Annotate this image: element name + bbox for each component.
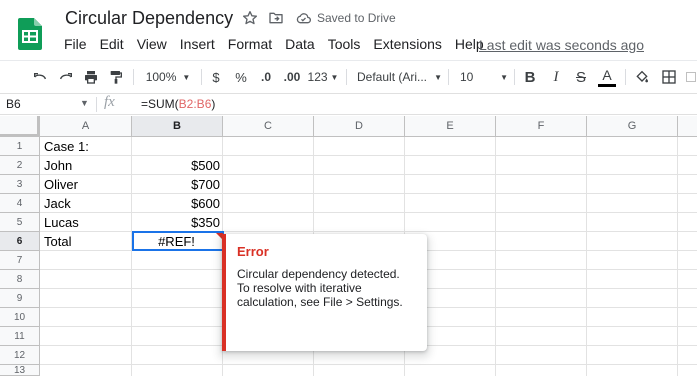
bold-button[interactable]: B: [521, 66, 539, 88]
row-header-11[interactable]: 11: [0, 327, 40, 346]
menu-edit[interactable]: Edit: [100, 36, 124, 52]
column-header-f[interactable]: F: [496, 116, 587, 137]
print-icon[interactable]: [81, 66, 101, 88]
cell-a4[interactable]: Jack: [40, 194, 131, 213]
formula-input[interactable]: =SUM(B2:B6): [141, 97, 215, 111]
row-header-4[interactable]: 4: [0, 194, 40, 213]
column-header-a[interactable]: A: [40, 116, 132, 137]
name-box[interactable]: B6: [6, 97, 21, 111]
row-header-13[interactable]: 13: [0, 365, 40, 376]
zoom-value: 100%: [145, 70, 177, 84]
menu-view[interactable]: View: [137, 36, 167, 52]
cell-b2[interactable]: $500: [131, 156, 222, 175]
menu-extensions[interactable]: Extensions: [373, 36, 441, 52]
decrease-decimals-button[interactable]: .0: [256, 66, 276, 88]
paint-format-icon[interactable]: [106, 66, 126, 88]
menu-format[interactable]: Format: [228, 36, 272, 52]
column-header-b[interactable]: B: [132, 116, 223, 137]
font-family-select[interactable]: Default (Ari... ▼: [357, 66, 442, 88]
toolbar: 100% ▼ $ % .0 .00 123 ▼ Default (Ari... …: [0, 60, 697, 92]
error-tooltip-message: Circular dependency detected. To resolve…: [237, 267, 422, 309]
row-header-12[interactable]: 12: [0, 346, 40, 365]
column-header-h[interactable]: [678, 116, 697, 137]
move-to-folder-icon[interactable]: [266, 8, 286, 28]
error-line: To resolve with iterative: [237, 281, 362, 295]
cell-b3[interactable]: $700: [131, 175, 222, 194]
active-cell-outline: [132, 231, 224, 251]
row-header-8[interactable]: 8: [0, 270, 40, 289]
cell-a5[interactable]: Lucas: [40, 213, 131, 232]
cell-b4[interactable]: $600: [131, 194, 222, 213]
column-header-c[interactable]: C: [223, 116, 314, 137]
font-size-select[interactable]: 10 ▼: [460, 66, 508, 88]
undo-icon[interactable]: [30, 66, 50, 88]
row-header-10[interactable]: 10: [0, 308, 40, 327]
font-size-value: 10: [460, 70, 474, 84]
document-title[interactable]: Circular Dependency: [65, 8, 233, 29]
currency-format-button[interactable]: $: [209, 66, 223, 88]
cloud-saved-icon[interactable]: [293, 8, 313, 28]
row-header-3[interactable]: 3: [0, 175, 40, 194]
error-tooltip: Error Circular dependency detected. To r…: [222, 234, 427, 351]
merge-cells-icon[interactable]: [685, 66, 697, 88]
menu-tools[interactable]: Tools: [328, 36, 361, 52]
redo-icon[interactable]: [56, 66, 76, 88]
column-header-g[interactable]: G: [587, 116, 678, 137]
zoom-select[interactable]: 100% ▼: [142, 66, 194, 88]
error-line: Circular dependency detected.: [237, 267, 400, 281]
menu-data[interactable]: Data: [285, 36, 315, 52]
saved-status: Saved to Drive: [317, 11, 396, 25]
menu-file[interactable]: File: [64, 36, 87, 52]
strikethrough-button[interactable]: S: [572, 66, 590, 88]
row-header-9[interactable]: 9: [0, 289, 40, 308]
font-family-value: Default (Ari...: [357, 70, 428, 84]
menu-bar: File Edit View Insert Format Data Tools …: [64, 36, 484, 52]
chevron-down-icon: ▼: [182, 72, 191, 82]
row-header-1[interactable]: 1: [0, 137, 40, 156]
chevron-down-icon: ▼: [500, 72, 508, 82]
column-header-e[interactable]: E: [405, 116, 496, 137]
row-header-2[interactable]: 2: [0, 156, 40, 175]
error-tooltip-title: Error: [237, 244, 269, 259]
fx-icon: fx: [104, 94, 115, 110]
star-icon[interactable]: [240, 8, 260, 28]
chevron-down-icon: ▼: [330, 72, 339, 82]
chevron-down-icon[interactable]: ▼: [80, 98, 89, 108]
formula-suffix: ): [211, 97, 216, 111]
more-formats-select[interactable]: 123 ▼: [307, 66, 339, 88]
increase-decimals-button[interactable]: .00: [281, 66, 303, 88]
cell-a3[interactable]: Oliver: [40, 175, 131, 194]
error-line: calculation, see File > Settings.: [237, 295, 403, 309]
cell-a2[interactable]: John: [40, 156, 131, 175]
text-color-letter: A: [602, 66, 612, 83]
fill-color-icon[interactable]: [632, 66, 652, 88]
column-header-d[interactable]: D: [314, 116, 405, 137]
more-formats-label: 123: [307, 70, 328, 84]
borders-icon[interactable]: [659, 66, 679, 88]
cell-a1[interactable]: Case 1:: [40, 137, 131, 156]
row-header-5[interactable]: 5: [0, 213, 40, 232]
formula-range: B2:B6: [178, 97, 212, 111]
menu-insert[interactable]: Insert: [180, 36, 215, 52]
percent-format-button[interactable]: %: [233, 66, 249, 88]
italic-button[interactable]: I: [547, 66, 565, 88]
last-edit-link[interactable]: Last edit was seconds ago: [479, 37, 644, 53]
formula-bar: B6 ▼ fx =SUM(B2:B6): [0, 93, 697, 115]
sheets-logo-icon[interactable]: [18, 18, 42, 50]
formula-prefix: =SUM(: [141, 97, 179, 111]
text-color-button[interactable]: A: [597, 66, 617, 88]
row-header-6[interactable]: 6: [0, 232, 40, 251]
text-color-swatch: [598, 83, 616, 87]
cell-a6[interactable]: Total: [40, 232, 131, 251]
row-header-7[interactable]: 7: [0, 251, 40, 270]
cell-b5[interactable]: $350: [131, 213, 222, 232]
select-all-corner[interactable]: [0, 116, 40, 137]
chevron-down-icon: ▼: [434, 72, 442, 82]
